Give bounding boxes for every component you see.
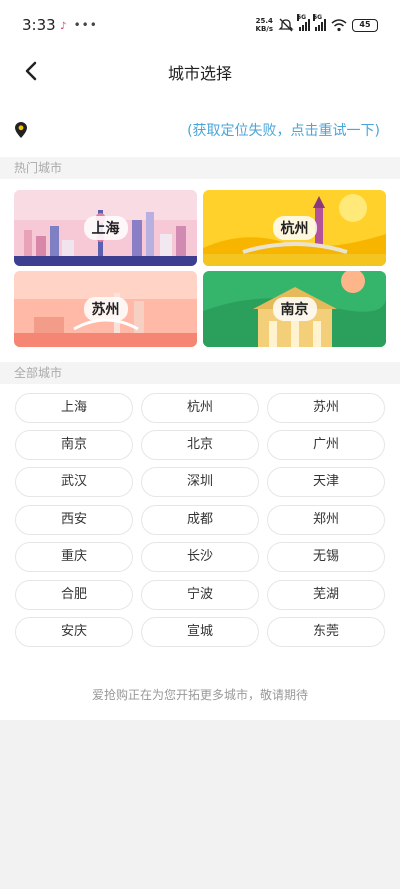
city-button[interactable]: 郑州 <box>267 505 385 535</box>
hot-city-label: 上海 <box>83 216 128 240</box>
expansion-notice: 爱抢购正在为您开拓更多城市，敬请期待 <box>91 688 308 702</box>
signal-icon-2: 5G <box>313 14 326 31</box>
city-button[interactable]: 杭州 <box>141 393 259 423</box>
city-button[interactable]: 宣城 <box>141 617 259 647</box>
city-button[interactable]: 天津 <box>267 467 385 497</box>
more-dots-icon: ••• <box>73 18 98 32</box>
page-title: 城市选择 <box>167 64 232 83</box>
header: 城市选择 <box>0 50 400 92</box>
wifi-icon <box>331 18 347 31</box>
city-button[interactable]: 苏州 <box>267 393 385 423</box>
tiktok-icon: ♪ <box>60 21 69 32</box>
city-button[interactable]: 成都 <box>141 505 259 535</box>
city-button[interactable]: 无锡 <box>267 542 385 572</box>
signal-icon: 5G <box>297 14 310 31</box>
city-button[interactable]: 长沙 <box>141 542 259 572</box>
city-button[interactable]: 上海 <box>15 393 133 423</box>
hot-city-card-hangzhou[interactable]: 杭州 <box>203 190 386 266</box>
mute-icon <box>278 18 294 32</box>
hot-city-card-nanjing[interactable]: 南京 <box>203 271 386 347</box>
notification-icons: ♪ ••• <box>60 18 98 32</box>
location-row[interactable]: (获取定位失败，点击重试一下) <box>0 114 400 144</box>
status-right-icons: 25.4 KB/s 5G 5G 45 <box>256 14 378 36</box>
city-button[interactable]: 广州 <box>267 430 385 460</box>
section-header-all: 全部城市 <box>0 362 400 384</box>
hot-city-label: 苏州 <box>83 297 128 321</box>
network-speed: 25.4 KB/s <box>255 17 273 33</box>
city-button[interactable]: 合肥 <box>15 580 133 610</box>
city-button[interactable]: 西安 <box>15 505 133 535</box>
city-button[interactable]: 北京 <box>141 430 259 460</box>
hot-city-card-suzhou[interactable]: 苏州 <box>14 271 197 347</box>
city-button[interactable]: 南京 <box>15 430 133 460</box>
city-button[interactable]: 深圳 <box>141 467 259 497</box>
battery-icon: 45 <box>352 18 378 32</box>
city-button[interactable]: 芜湖 <box>267 580 385 610</box>
section-header-hot: 热门城市 <box>0 157 400 179</box>
city-button[interactable]: 宁波 <box>141 580 259 610</box>
hot-city-label: 杭州 <box>272 216 317 240</box>
city-button[interactable]: 东莞 <box>267 617 385 647</box>
city-button[interactable]: 武汉 <box>15 467 133 497</box>
location-retry-link[interactable]: (获取定位失败，点击重试一下) <box>187 120 380 140</box>
hot-city-card-shanghai[interactable]: 上海 <box>14 190 197 266</box>
city-button[interactable]: 重庆 <box>15 542 133 572</box>
status-bar: 3:33 ♪ ••• 25.4 KB/s 5G 5G 45 <box>0 0 400 50</box>
location-pin-icon <box>15 122 27 138</box>
hot-city-label: 南京 <box>272 297 317 321</box>
city-button[interactable]: 安庆 <box>15 617 133 647</box>
status-time: 3:33 <box>22 16 56 34</box>
